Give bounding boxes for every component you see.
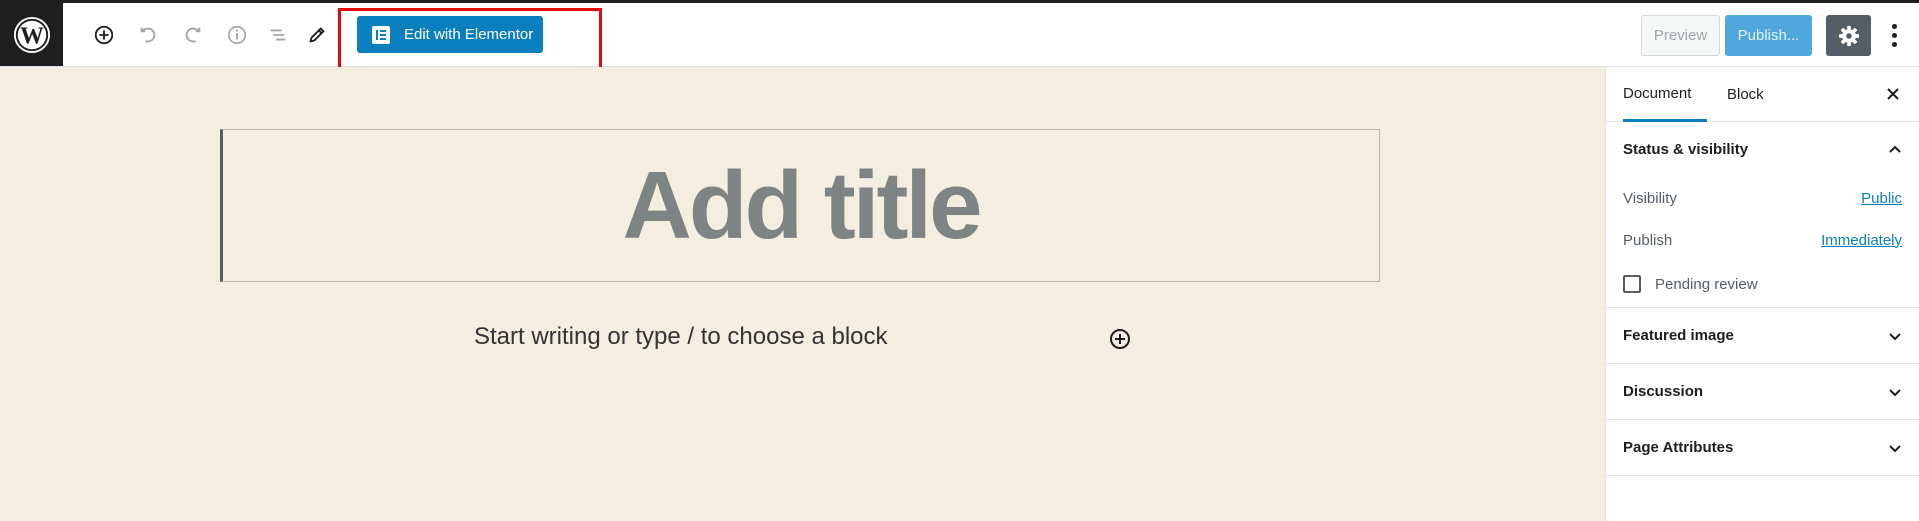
settings-gear-button[interactable] (1826, 15, 1871, 56)
publish-row: Publish Immediately (1606, 219, 1919, 261)
visibility-value-link[interactable]: Public (1861, 190, 1902, 207)
edit-with-elementor-button[interactable]: Edit with Elementor (357, 16, 543, 53)
inline-add-block-icon[interactable] (1108, 327, 1132, 351)
editor-canvas: Add title Start writing or type / to cho… (0, 67, 1605, 521)
featured-image-panel[interactable]: Featured image (1606, 308, 1919, 364)
pending-review-row: Pending review (1606, 261, 1919, 307)
chevron-down-icon (1889, 388, 1901, 396)
more-options-icon[interactable] (1880, 15, 1908, 56)
redo-icon[interactable] (179, 21, 207, 49)
publish-button[interactable]: Publish... (1725, 15, 1812, 56)
close-icon[interactable] (1883, 84, 1903, 104)
visibility-label: Visibility (1623, 189, 1677, 207)
discussion-panel[interactable]: Discussion (1606, 364, 1919, 420)
post-title-placeholder: Add title (622, 151, 983, 259)
elementor-icon (372, 25, 390, 44)
discussion-title: Discussion (1623, 383, 1704, 400)
publish-date-link[interactable]: Immediately (1821, 232, 1902, 249)
svg-text:W: W (20, 23, 44, 49)
post-title-field[interactable]: Add title (220, 129, 1380, 282)
visibility-row: Visibility Public (1606, 177, 1919, 219)
pending-review-checkbox[interactable] (1623, 275, 1641, 293)
edit-with-elementor-label: Edit with Elementor (404, 26, 534, 43)
sidebar-tabs: Document Block (1606, 67, 1919, 122)
chevron-down-icon (1889, 444, 1901, 452)
pending-review-label: Pending review (1655, 275, 1758, 293)
status-visibility-title: Status & visibility (1623, 141, 1749, 158)
publish-label: Publish (1623, 231, 1673, 249)
block-navigation-icon[interactable] (264, 21, 292, 49)
settings-sidebar: Document Block Status & visibility Visib… (1605, 67, 1919, 521)
gear-icon (1838, 25, 1859, 46)
add-block-icon[interactable] (90, 21, 118, 49)
wordpress-logo-icon[interactable]: W (0, 3, 63, 66)
tab-document[interactable]: Document (1623, 67, 1708, 122)
page-attributes-title: Page Attributes (1623, 439, 1734, 456)
status-visibility-toggle[interactable]: Status & visibility (1606, 122, 1919, 177)
chevron-up-icon (1889, 145, 1901, 153)
undo-icon[interactable] (134, 21, 162, 49)
featured-image-title: Featured image (1623, 327, 1734, 344)
chevron-down-icon (1889, 332, 1901, 340)
info-icon[interactable] (223, 21, 251, 49)
paragraph-block-placeholder[interactable]: Start writing or type / to choose a bloc… (474, 323, 888, 351)
preview-button[interactable]: Preview (1641, 15, 1720, 56)
editor-header: W Edit with Elementor Preview Publish... (0, 3, 1919, 67)
status-visibility-panel: Status & visibility Visibility Public Pu… (1606, 122, 1919, 308)
tab-block[interactable]: Block (1727, 67, 1764, 122)
edit-mode-pencil-icon[interactable] (303, 21, 331, 49)
page-attributes-panel[interactable]: Page Attributes (1606, 420, 1919, 476)
